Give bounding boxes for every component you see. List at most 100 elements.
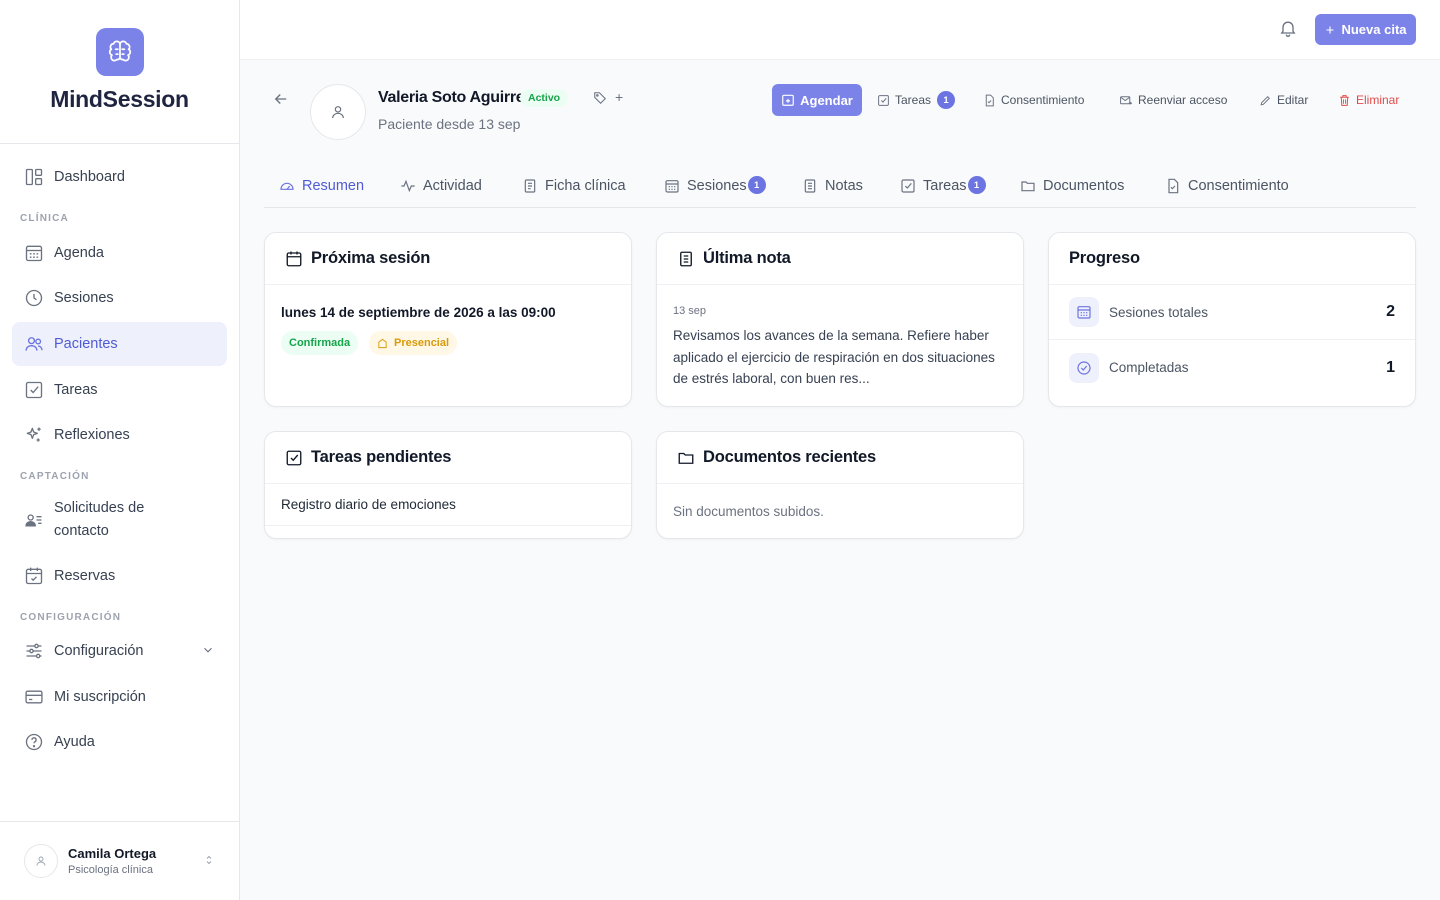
patient-tabs: Resumen Actividad Ficha clínica Sesiones… — [264, 168, 1416, 208]
sidebar-item-label: Reflexiones — [54, 427, 130, 443]
notes-icon — [680, 251, 692, 266]
section-clinica: CLÍNICA — [20, 213, 69, 224]
plus-icon — [1326, 26, 1334, 33]
status-badge: Confirmada — [281, 331, 359, 355]
edit-action[interactable]: Editar — [1259, 90, 1308, 110]
consent-action[interactable]: Consentimiento — [983, 90, 1084, 110]
tasks-action[interactable]: Tareas 1 — [877, 90, 956, 110]
card-title: Documentos recientes — [703, 448, 876, 466]
card-header: Última nota — [657, 233, 1023, 285]
pending-tasks-card: Tareas pendientes Registro diario de emo… — [264, 431, 632, 539]
document-check-icon — [1168, 178, 1179, 194]
sidebar-item-sesiones[interactable]: Sesiones — [12, 276, 227, 320]
section-configuracion: CONFIGURACIÓN — [20, 612, 122, 623]
card-title: Última nota — [703, 249, 791, 267]
credit-card-icon — [25, 690, 43, 704]
calendar-icon — [25, 245, 43, 262]
notes-icon — [804, 179, 816, 193]
sidebar-item-pacientes[interactable]: Pacientes — [12, 322, 227, 366]
sidebar-item-label: Agenda — [54, 245, 104, 261]
progress-label: Completadas — [1109, 360, 1189, 375]
patient-name: Valeria Soto Aguirre — [378, 89, 525, 106]
tab-label: Consentimiento — [1188, 178, 1289, 194]
delete-action[interactable]: Eliminar — [1338, 90, 1399, 110]
card-header: Documentos recientes — [657, 432, 1023, 484]
sidebar: MindSession Dashboard CLÍNICA Agenda Ses… — [0, 0, 240, 900]
contact-list-icon — [25, 514, 42, 527]
chevron-updown-icon[interactable] — [203, 853, 215, 867]
progress-card: Progreso Sesiones totales 2 Completadas … — [1048, 232, 1416, 407]
tasks-action-label: Tareas — [895, 93, 932, 107]
card-title: Tareas pendientes — [311, 448, 452, 466]
tab-sesiones[interactable]: Sesiones 1 — [664, 176, 766, 196]
tab-label: Documentos — [1043, 178, 1125, 194]
folder-icon — [1021, 181, 1035, 192]
building-icon — [378, 338, 387, 348]
tab-notas[interactable]: Notas — [802, 176, 863, 196]
sidebar-item-reservas[interactable]: Reservas — [12, 554, 227, 598]
mode-badge: Presencial — [369, 331, 458, 355]
tab-actividad[interactable]: Actividad — [400, 176, 482, 196]
sidebar-item-tareas[interactable]: Tareas — [12, 368, 227, 412]
sidebar-item-dashboard[interactable]: Dashboard — [12, 155, 227, 199]
sidebar-item-solicitudes[interactable]: Solicitudes de contacto — [12, 490, 227, 550]
checkbox-icon — [901, 179, 915, 193]
sidebar-item-suscripcion[interactable]: Mi suscripción — [12, 675, 227, 719]
checkbox-icon — [25, 381, 43, 399]
new-appointment-label: Nueva cita — [1341, 22, 1407, 37]
card-title: Progreso — [1069, 249, 1140, 267]
trash-icon — [1340, 94, 1349, 106]
checkbox-icon — [878, 94, 889, 106]
tab-tareas[interactable]: Tareas 1 — [900, 176, 986, 196]
progress-value: 2 — [1386, 303, 1395, 320]
user-icon — [332, 106, 344, 119]
tab-count-badge: 1 — [967, 176, 986, 194]
sidebar-item-agenda[interactable]: Agenda — [12, 231, 227, 275]
tab-label: Actividad — [423, 178, 482, 194]
patient-avatar — [310, 84, 366, 140]
sidebar-item-label: Solicitudes de contacto — [54, 500, 145, 539]
sidebar-item-label: Pacientes — [54, 336, 118, 352]
note-date: 13 sep — [673, 305, 707, 317]
resend-access-label: Reenviar acceso — [1138, 93, 1228, 107]
next-session-card: Próxima sesión lunes 14 de septiembre de… — [264, 232, 632, 407]
sidebar-item-configuracion[interactable]: Configuración — [12, 629, 227, 673]
user-menu[interactable]: Camila Ortega Psicología clínica — [0, 821, 239, 900]
sidebar-item-label: Dashboard — [54, 169, 125, 185]
tab-documentos[interactable]: Documentos — [1020, 176, 1124, 196]
sidebar-item-reflexiones[interactable]: Reflexiones — [12, 413, 227, 457]
back-arrow-icon[interactable] — [272, 90, 290, 108]
tab-consentimiento[interactable]: Consentimiento — [1165, 176, 1289, 196]
user-name: Camila Ortega — [68, 846, 157, 861]
calendar-plus-icon — [782, 94, 794, 106]
add-tag-button[interactable]: + — [615, 89, 623, 105]
users-icon — [25, 337, 43, 351]
card-title: Próxima sesión — [311, 249, 431, 267]
brand-name: MindSession — [50, 86, 189, 112]
tag-icon[interactable] — [593, 91, 607, 105]
card-header: Tareas pendientes — [265, 432, 631, 484]
consent-action-label: Consentimiento — [1001, 93, 1085, 107]
sidebar-item-ayuda[interactable]: Ayuda — [12, 720, 227, 764]
progress-row: Completadas 1 — [1049, 340, 1415, 395]
user-icon — [36, 856, 46, 866]
empty-state: Sin documentos subidos. — [673, 504, 824, 519]
calendar-icon — [665, 180, 679, 193]
brain-logo-icon[interactable] — [95, 28, 144, 76]
check-circle-icon — [1069, 352, 1099, 383]
tab-resumen[interactable]: Resumen — [279, 176, 364, 196]
progress-value: 1 — [1386, 358, 1395, 376]
patient-since: Paciente desde 13 sep — [378, 116, 521, 132]
bell-icon[interactable] — [1278, 18, 1298, 38]
tab-count-badge: 1 — [747, 176, 766, 194]
delete-action-label: Eliminar — [1356, 93, 1400, 107]
sidebar-item-label: Configuración — [54, 643, 144, 659]
tab-ficha-clinica[interactable]: Ficha clínica — [522, 176, 626, 196]
schedule-button[interactable]: Agendar — [772, 84, 862, 116]
card-header: Próxima sesión — [265, 233, 631, 285]
chevron-down-icon[interactable] — [201, 643, 215, 657]
new-appointment-button[interactable]: Nueva cita — [1315, 14, 1416, 45]
resend-access-action[interactable]: Reenviar acceso — [1119, 90, 1227, 110]
tab-label: Tareas — [923, 178, 967, 194]
task-item[interactable]: Registro diario de emociones — [265, 484, 631, 526]
